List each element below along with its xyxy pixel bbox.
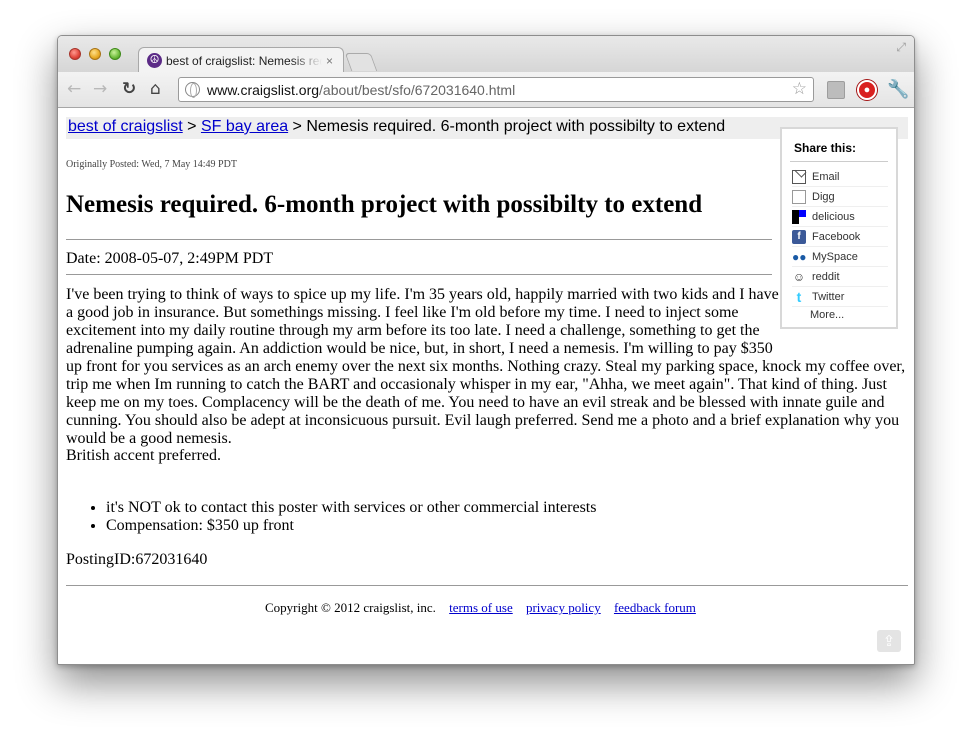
share-label: Email [812, 170, 840, 183]
new-tab-button[interactable] [344, 53, 378, 71]
tab-close-icon[interactable]: × [326, 54, 333, 68]
share-label: MySpace [812, 250, 858, 263]
close-window-button[interactable] [69, 48, 81, 60]
breadcrumb-current: Nemesis required. 6-month project with p… [306, 118, 726, 135]
share-facebook[interactable]: f Facebook [792, 227, 888, 247]
digg-icon [792, 189, 806, 204]
breadcrumb-sep: > [288, 118, 307, 135]
share-label: Facebook [812, 230, 861, 243]
divider [790, 161, 888, 162]
page-title: Nemesis required. 6-month project with p… [66, 191, 703, 218]
posting-id: PostingID:672031640 [66, 551, 208, 568]
browser-window: ☮ best of craigslist: Nemesis required ×… [57, 35, 915, 665]
post-date: Date: 2008-05-07, 2:49PM PDT [66, 250, 274, 267]
reddit-icon: ☺ [792, 269, 806, 284]
share-box: Share this: Email Digg delicious f Faceb… [780, 127, 898, 329]
share-digg[interactable]: Digg [792, 187, 888, 207]
share-label: Digg [812, 190, 835, 203]
copyright: Copyright © 2012 craigslist, inc. [265, 600, 436, 615]
title-bar: ☮ best of craigslist: Nemesis required ×… [58, 36, 914, 73]
terms-link[interactable]: terms of use [449, 600, 513, 615]
minimize-window-button[interactable] [89, 48, 101, 60]
adblock-icon[interactable]: ● [857, 80, 877, 100]
share-myspace[interactable]: ●● MySpace [792, 247, 888, 267]
forward-icon[interactable]: → [93, 79, 107, 99]
breadcrumb-link-sfbay[interactable]: SF bay area [201, 118, 288, 135]
reload-icon[interactable]: ↻ [122, 79, 136, 99]
list-item: Compensation: $350 up front [106, 517, 596, 535]
browser-tab[interactable]: ☮ best of craigslist: Nemesis required × [138, 47, 344, 73]
share-email[interactable]: Email [792, 167, 888, 187]
back-icon[interactable]: ← [67, 79, 81, 99]
divider [66, 274, 772, 275]
share-twitter[interactable]: t Twitter [792, 287, 888, 307]
browser-toolbar: ← → ↻ ⌂ www.craigslist.org/about/best/sf… [58, 72, 914, 108]
tab-title: best of craigslist: Nemesis required [166, 53, 322, 68]
share-more-link[interactable]: More... [810, 309, 844, 321]
globe-icon [185, 82, 200, 98]
zoom-window-button[interactable] [109, 48, 121, 60]
list-item: it's NOT ok to contact this poster with … [106, 499, 596, 517]
footer: Copyright © 2012 craigslist, inc. terms … [265, 600, 696, 616]
breadcrumb-link-best[interactable]: best of craigslist [68, 118, 183, 135]
share-label: delicious [812, 210, 855, 223]
delicious-icon [792, 209, 806, 224]
share-delicious[interactable]: delicious [792, 207, 888, 227]
post-accent-note: British accent preferred. [66, 447, 222, 464]
breadcrumb-sep: > [182, 118, 201, 135]
divider [66, 585, 908, 586]
url-path: /about/best/sfo/672031640.html [319, 81, 516, 98]
facebook-icon: f [792, 229, 806, 244]
post-notices: it's NOT ok to contact this poster with … [106, 499, 596, 535]
share-reddit[interactable]: ☺ reddit [792, 267, 888, 287]
address-bar[interactable]: www.craigslist.org/about/best/sfo/672031… [178, 77, 814, 102]
peace-icon: ☮ [147, 53, 162, 68]
fullscreen-icon[interactable]: ⤢ [896, 40, 906, 55]
myspace-icon: ●● [792, 249, 807, 264]
wrench-icon[interactable]: 🔧 [887, 79, 909, 100]
originally-posted: Originally Posted: Wed, 7 May 14:49 PDT [66, 159, 237, 170]
divider [66, 239, 772, 240]
feedback-link[interactable]: feedback forum [614, 600, 696, 615]
share-title: Share this: [794, 141, 857, 155]
share-label: Twitter [812, 290, 845, 303]
extension-icon[interactable] [827, 81, 845, 99]
share-page-icon[interactable]: ⇪ [877, 630, 901, 652]
twitter-icon: t [796, 288, 802, 305]
home-icon[interactable]: ⌂ [150, 79, 161, 99]
privacy-link[interactable]: privacy policy [526, 600, 601, 615]
url-host: www.craigslist.org [207, 81, 320, 98]
share-label: reddit [812, 270, 840, 283]
bookmark-star-icon[interactable]: ☆ [792, 79, 807, 99]
page-content: best of craigslist > SF bay area > Nemes… [58, 109, 914, 664]
email-icon [792, 169, 806, 184]
